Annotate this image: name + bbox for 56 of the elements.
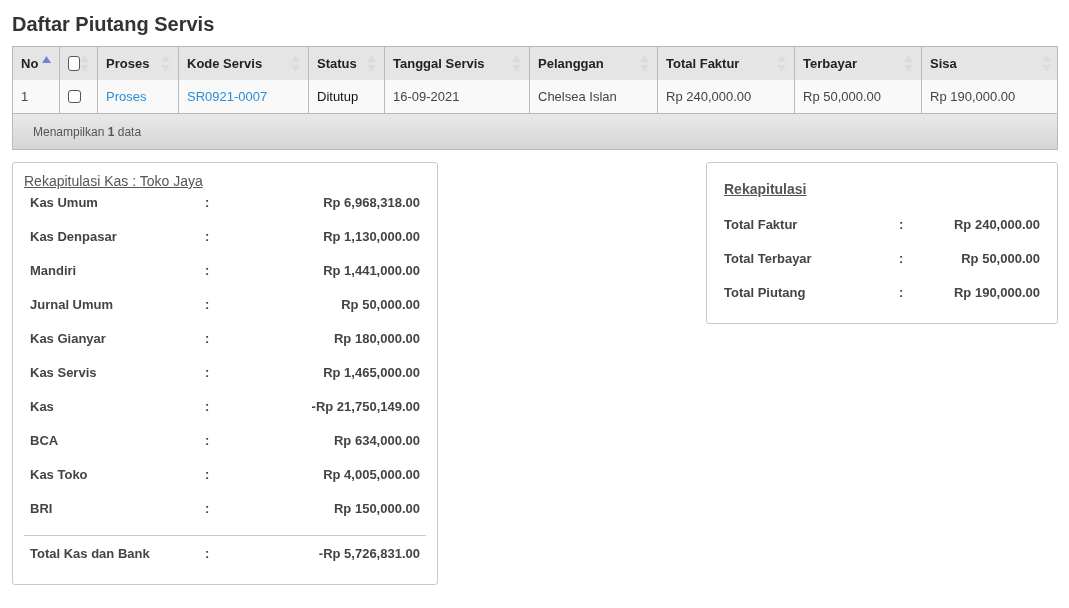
summary-label: Total Faktur	[724, 217, 799, 233]
summary-label: Total Kas dan Bank	[30, 546, 151, 562]
summary-colon: :	[205, 297, 210, 313]
record-count: Menampilkan 1 data	[33, 123, 142, 141]
checkbox[interactable]	[68, 90, 81, 103]
summary-label: Kas Gianyar	[30, 331, 107, 347]
summary-value: Rp 180,000.00	[334, 331, 420, 347]
summary-value: Rp 6,968,318.00	[323, 195, 420, 211]
summary-label: Total Terbayar	[724, 251, 813, 267]
summary-value: Rp 50,000.00	[961, 251, 1040, 267]
summary-colon: :	[899, 251, 904, 267]
summary-value: Rp 150,000.00	[334, 501, 420, 517]
table-cell-text: Rp 240,000.00	[666, 87, 752, 106]
column-header[interactable]: Sisa	[922, 47, 1059, 80]
page-title: Daftar Piutang Servis	[12, 12, 216, 36]
table-cell-text: 1	[21, 87, 29, 106]
summary-label: Kas Toko	[30, 467, 89, 483]
card-title: Rekapitulasi Kas : Toko Jaya	[24, 173, 204, 190]
summary-colon: :	[205, 433, 210, 449]
summary-colon: :	[205, 229, 210, 245]
summary-label: Jurnal Umum	[30, 297, 115, 313]
summary-colon: :	[205, 331, 210, 347]
table-cell-text: Rp 190,000.00	[930, 87, 1016, 106]
summary-value: -Rp 5,726,831.00	[318, 546, 420, 562]
summary-colon: :	[205, 365, 210, 381]
table-cell-text: 16-09-2021	[393, 87, 460, 106]
summary-value: Rp 4,005,000.00	[323, 467, 420, 483]
card-title: Rekapitulasi	[724, 181, 808, 198]
summary-value: Rp 634,000.00	[334, 433, 420, 449]
summary-label: BRI	[30, 501, 54, 517]
table-cell-text: Chelsea Islan	[538, 87, 617, 106]
summary-colon: :	[205, 546, 210, 562]
summary-colon: :	[205, 263, 210, 279]
summary-value: Rp 1,465,000.00	[323, 365, 420, 381]
summary-label: Mandiri	[30, 263, 78, 279]
summary-label: Kas Umum	[30, 195, 99, 211]
summary-value: Rp 240,000.00	[954, 217, 1040, 233]
summary-colon: :	[899, 217, 904, 233]
summary-value: Rp 1,441,000.00	[323, 263, 420, 279]
summary-colon: :	[899, 285, 904, 301]
summary-colon: :	[205, 467, 210, 483]
summary-value: Rp 1,130,000.00	[323, 229, 420, 245]
summary-label: Kas	[30, 399, 55, 415]
summary-label: BCA	[30, 433, 60, 449]
summary-value: Rp 50,000.00	[341, 297, 420, 313]
summary-colon: :	[205, 399, 210, 415]
summary-value: Rp 190,000.00	[954, 285, 1040, 301]
summary-label: Kas Servis	[30, 365, 98, 381]
summary-label: Kas Denpasar	[30, 229, 118, 245]
summary-value: -Rp 21,750,149.00	[311, 399, 420, 415]
checkbox[interactable]	[68, 56, 80, 71]
table-cell-text: Rp 50,000.00	[803, 87, 882, 106]
summary-colon: :	[205, 195, 210, 211]
summary-colon: :	[205, 501, 210, 517]
summary-label: Total Piutang	[724, 285, 807, 301]
table-cell-text: Ditutup	[317, 87, 359, 106]
